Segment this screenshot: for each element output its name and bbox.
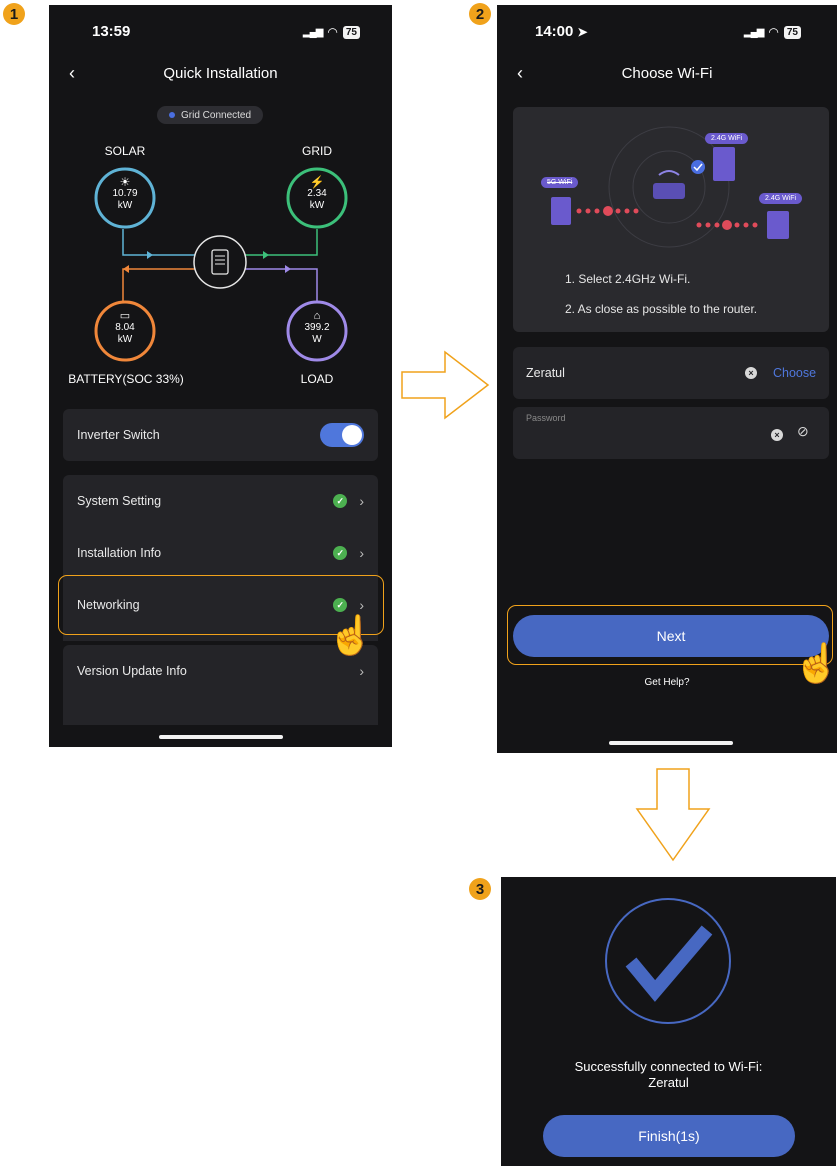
menu-item-system-setting[interactable]: System Setting ✓ › [63, 475, 378, 527]
load-value: 399.2 [304, 322, 330, 333]
chevron-right-icon: › [359, 663, 364, 679]
instruction-2: 2. As close as possible to the router. [565, 302, 758, 316]
time-text: 14:00 [535, 23, 574, 40]
finish-button[interactable]: Finish(1s) [543, 1115, 795, 1157]
tap-hand-icon: ☝ [327, 615, 375, 657]
solar-unit: kW [117, 200, 133, 211]
clear-password-icon[interactable]: × [771, 429, 783, 441]
menu-item-label: Version Update Info [77, 664, 187, 678]
tag-24g-wifi-right: 2.4G WiFi [759, 193, 803, 204]
solar-value: 10.79 [112, 188, 138, 199]
screen-quick-installation: 13:59 ▂▄▆ ◠ 75 ‹ Quick Installation Grid… [49, 5, 392, 747]
next-button[interactable]: Next [513, 615, 829, 657]
grid-reading: ⚡ 2.34 kW [287, 176, 347, 212]
chevron-right-icon: › [359, 545, 364, 561]
solar-reading: ☀ 10.79 kW [95, 176, 155, 212]
grid-unit: kW [309, 200, 325, 211]
inverter-switch-label: Inverter Switch [77, 428, 160, 442]
password-field[interactable]: Password × ⊘ [513, 407, 829, 459]
step-badge-1: 1 [3, 3, 25, 25]
success-check-icon [605, 898, 731, 1024]
menu-item-installation-info[interactable]: Installation Info ✓ › [63, 527, 378, 579]
solar-label: SOLAR [104, 144, 146, 158]
signal-icon: ▂▄▆ [743, 26, 764, 38]
ssid-value: Zeratul [526, 366, 565, 380]
check-icon: ✓ [333, 494, 348, 508]
get-help-link[interactable]: Get Help? [497, 677, 837, 688]
load-reading: ⌂ 399.2 W [287, 310, 347, 346]
page-title: Choose Wi-Fi [621, 65, 713, 82]
solar-icon: ☀ [119, 175, 131, 189]
battery-label: BATTERY(SOC 33%) [68, 372, 184, 386]
menu-item-label: System Setting [77, 494, 162, 508]
eye-off-icon[interactable]: ⊘ [797, 423, 809, 440]
version-card: Version Update Info › [63, 645, 378, 725]
battery-value: 8.04 [115, 322, 135, 333]
screen-choose-wifi: 14:00 ➤ ▂▄▆ ◠ 75 ‹ Choose Wi-Fi 5G WiFi … [497, 5, 837, 753]
tap-hand-icon: ☝ [793, 643, 837, 685]
load-unit: W [312, 334, 322, 345]
status-time: 14:00 ➤ [535, 23, 588, 40]
home-icon: ⌂ [313, 310, 321, 322]
load-label: LOAD [300, 372, 334, 386]
success-message-line2: Zeratul [648, 1075, 689, 1090]
pylon-icon: ⚡ [309, 175, 325, 189]
battery-unit: kW [117, 334, 133, 345]
password-label: Password [526, 413, 566, 423]
screen-wifi-success: Successfully connected to Wi-Fi: Zeratul… [501, 877, 836, 1166]
choose-wifi-link[interactable]: Choose [773, 366, 816, 380]
check-icon: ✓ [333, 546, 348, 560]
chevron-right-icon: › [359, 493, 364, 509]
inverter-switch-row: Inverter Switch [63, 409, 378, 461]
grid-value: 2.34 [307, 188, 327, 199]
location-arrow-icon: ➤ [577, 25, 588, 39]
down-arrow-icon [635, 768, 711, 862]
inverter-switch-toggle[interactable] [320, 423, 364, 447]
step-badge-2: 2 [469, 3, 491, 25]
home-indicator [159, 735, 283, 739]
status-icons: ▂▄▆ ◠ 75 [744, 25, 801, 39]
battery-reading: ▭ 8.04 kW [95, 310, 155, 346]
battery-icon: 75 [783, 25, 801, 39]
grid-label: GRID [302, 144, 332, 158]
wifi-guide-card: 5G WiFi 2.4G WiFi 2.4G WiFi 1. Select 2.… [513, 107, 829, 332]
instruction-1: 1. Select 2.4GHz Wi-Fi. [565, 272, 691, 286]
inverter-switch-card: Inverter Switch [63, 409, 378, 461]
ssid-field[interactable]: Zeratul × Choose [513, 347, 829, 399]
tag-24g-wifi-top: 2.4G WiFi [705, 133, 749, 144]
menu-item-label: Installation Info [77, 546, 162, 560]
wifi-icon: ◠ [768, 25, 779, 39]
battery-node-icon: ▭ [119, 310, 131, 322]
success-message-line1: Successfully connected to Wi-Fi: [574, 1059, 763, 1074]
right-arrow-icon [401, 350, 490, 420]
step-badge-3: 3 [469, 878, 491, 900]
home-indicator [609, 741, 733, 745]
clear-ssid-icon[interactable]: × [745, 367, 757, 379]
tag-5g-wifi: 5G WiFi [541, 177, 579, 188]
